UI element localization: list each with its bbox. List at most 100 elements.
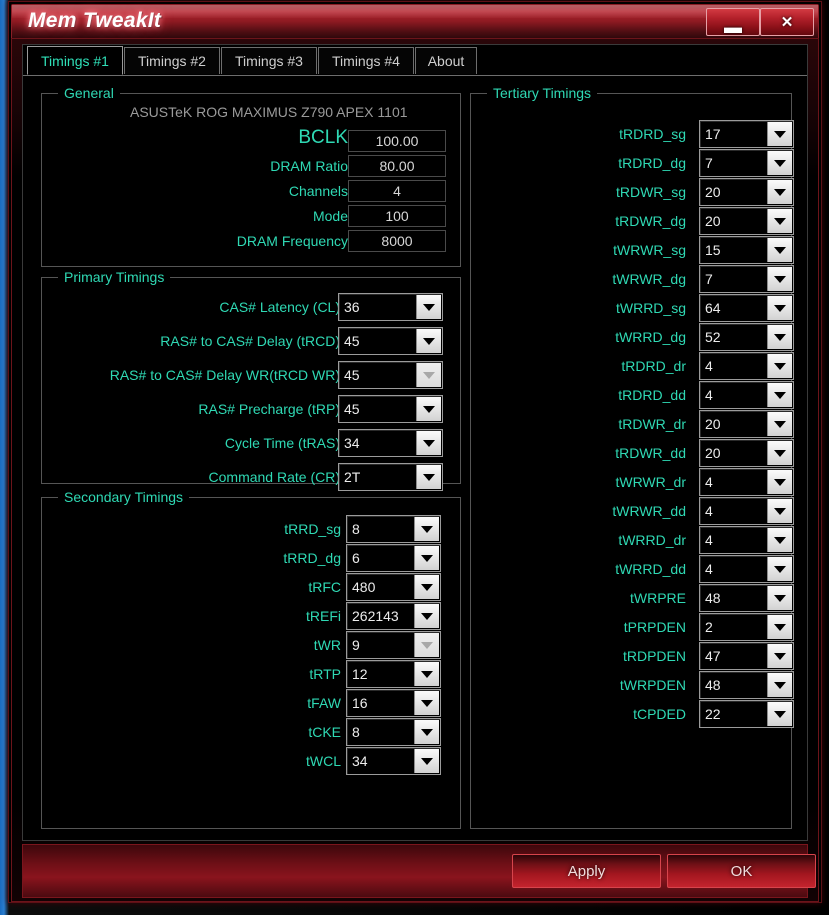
chevron-down-icon[interactable] [414,546,439,570]
secondary-combo-trrd-dg[interactable]: 6 [346,544,441,572]
tertiary-combo-twrrd-dd[interactable]: 4 [699,555,794,583]
primary-combo-cycle-time-tras[interactable]: 34 [338,429,443,457]
chevron-down-icon[interactable] [767,209,792,233]
chevron-down-icon[interactable] [767,470,792,494]
chevron-down-icon[interactable] [414,720,439,744]
chevron-down-icon[interactable] [414,575,439,599]
chevron-down-icon[interactable] [767,673,792,697]
secondary-combo-twcl[interactable]: 34 [346,747,441,775]
combo-value: 45 [344,367,360,383]
ok-button[interactable]: OK [667,854,816,888]
chevron-down-icon[interactable] [414,517,439,541]
primary-combo-ras-precharge-trp[interactable]: 45 [338,395,443,423]
tertiary-combo-twrrd-dr[interactable]: 4 [699,526,794,554]
chevron-down-icon[interactable] [414,749,439,773]
primary-label-command-rate-cr: Command Rate (CR) [208,469,340,485]
combo-value: 52 [705,329,721,345]
tertiary-combo-twrwr-dr[interactable]: 4 [699,468,794,496]
primary-combo-cas-latency-cl[interactable]: 36 [338,293,443,321]
group-general-legend: General [58,85,120,101]
chevron-down-icon[interactable] [767,586,792,610]
chevron-down-icon[interactable] [416,329,441,353]
general-label-channels: Channels [288,183,348,199]
chevron-down-icon[interactable] [414,662,439,686]
chevron-down-icon[interactable] [414,633,439,657]
chevron-down-icon[interactable] [767,499,792,523]
tertiary-combo-trdrd-dr[interactable]: 4 [699,352,794,380]
tertiary-combo-trdrd-dd[interactable]: 4 [699,381,794,409]
triangle-glyph [774,159,786,167]
triangle-glyph [774,536,786,544]
chevron-down-icon[interactable] [416,431,441,455]
tertiary-combo-twrrd-sg[interactable]: 64 [699,294,794,322]
chevron-down-icon[interactable] [416,465,441,489]
tertiary-combo-trdwr-dg[interactable]: 20 [699,207,794,235]
tertiary-combo-twrwr-dd[interactable]: 4 [699,497,794,525]
tertiary-combo-twrwr-sg[interactable]: 15 [699,236,794,264]
chevron-down-icon[interactable] [767,151,792,175]
secondary-combo-trtp[interactable]: 12 [346,660,441,688]
chevron-down-icon[interactable] [767,528,792,552]
chevron-down-icon[interactable] [416,363,441,387]
triangle-glyph [423,371,435,379]
tertiary-combo-trdrd-sg[interactable]: 17 [699,120,794,148]
tertiary-combo-tprpden[interactable]: 2 [699,613,794,641]
chevron-down-icon[interactable] [767,615,792,639]
tertiary-label-trdrd-dr: tRDRD_dr [621,358,686,374]
chevron-down-icon[interactable] [416,295,441,319]
tab-timings-3[interactable]: Timings #3 [221,47,317,74]
tertiary-combo-trdwr-dd[interactable]: 20 [699,439,794,467]
chevron-down-icon[interactable] [767,441,792,465]
primary-combo-ras-to-cas-delay-trcd[interactable]: 45 [338,327,443,355]
tab-timings-2[interactable]: Timings #2 [124,47,220,74]
combo-value: 4 [705,387,713,403]
secondary-combo-twr[interactable]: 9 [346,631,441,659]
chevron-down-icon[interactable] [767,267,792,291]
chevron-down-icon[interactable] [767,354,792,378]
chevron-down-icon[interactable] [767,557,792,581]
combo-value: 47 [705,648,721,664]
chevron-down-icon[interactable] [767,702,792,726]
chevron-down-icon[interactable] [767,122,792,146]
chevron-down-icon[interactable] [767,296,792,320]
tertiary-combo-trdwr-dr[interactable]: 20 [699,410,794,438]
chevron-down-icon[interactable] [416,397,441,421]
secondary-combo-tfaw[interactable]: 16 [346,689,441,717]
primary-combo-command-rate-cr[interactable]: 2T [338,463,443,491]
tertiary-label-trdwr-dd: tRDWR_dd [615,445,686,461]
chevron-down-icon[interactable] [414,604,439,628]
tab-about[interactable]: About [415,47,477,74]
secondary-combo-trefi[interactable]: 262143 [346,602,441,630]
chevron-down-icon[interactable] [767,180,792,204]
combo-value: 4 [705,561,713,577]
tab-timings-4[interactable]: Timings #4 [318,47,414,74]
chevron-down-icon[interactable] [767,644,792,668]
secondary-combo-trrd-sg[interactable]: 8 [346,515,441,543]
close-button[interactable]: ✕ [760,8,814,36]
tertiary-combo-twrwr-dg[interactable]: 7 [699,265,794,293]
chevron-down-icon[interactable] [767,383,792,407]
group-secondary-legend: Secondary Timings [58,489,190,505]
tab-timings-1[interactable]: Timings #1 [27,46,123,75]
chevron-down-icon[interactable] [767,238,792,262]
secondary-combo-trfc[interactable]: 480 [346,573,441,601]
tertiary-combo-twrpden[interactable]: 48 [699,671,794,699]
tertiary-combo-twrrd-dg[interactable]: 52 [699,323,794,351]
combo-value: 48 [705,677,721,693]
tertiary-combo-trdwr-sg[interactable]: 20 [699,178,794,206]
tertiary-combo-trdpden[interactable]: 47 [699,642,794,670]
chevron-down-icon[interactable] [767,412,792,436]
secondary-label-tcke: tCKE [308,724,341,740]
primary-combo-ras-to-cas-delay-wr-trcd-wr[interactable]: 45 [338,361,443,389]
combo-value: 64 [705,300,721,316]
triangle-glyph [423,303,435,311]
tertiary-combo-tcpded[interactable]: 22 [699,700,794,728]
tertiary-combo-twrpre[interactable]: 48 [699,584,794,612]
apply-button[interactable]: Apply [512,854,661,888]
tertiary-combo-trdrd-dg[interactable]: 7 [699,149,794,177]
secondary-combo-tcke[interactable]: 8 [346,718,441,746]
tertiary-label-twrpden: tWRPDEN [619,677,686,693]
chevron-down-icon[interactable] [414,691,439,715]
chevron-down-icon[interactable] [767,325,792,349]
minimize-button[interactable]: ▬ [706,8,760,36]
